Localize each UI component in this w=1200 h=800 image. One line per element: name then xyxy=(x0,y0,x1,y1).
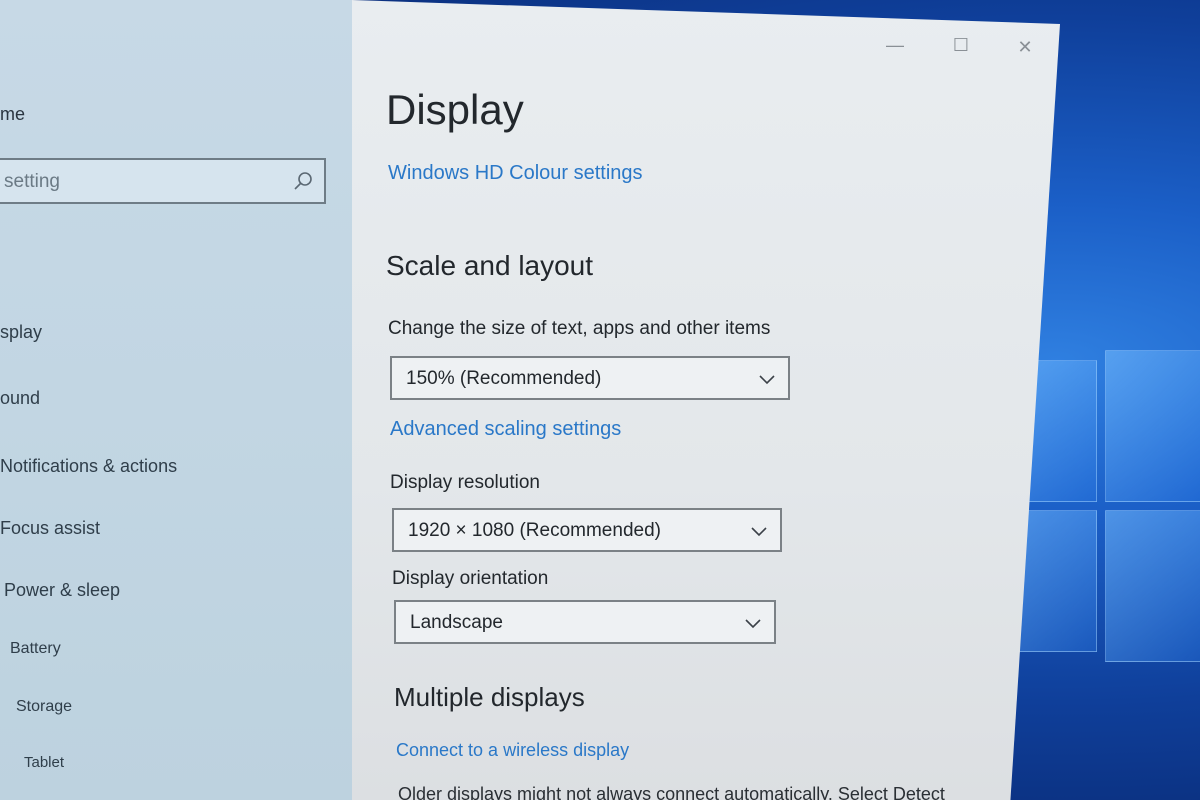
orientation-label: Display orientation xyxy=(392,568,549,589)
scale-dropdown[interactable]: 150% (Recommended) xyxy=(390,356,790,400)
resolution-label: Display resolution xyxy=(390,472,540,493)
orientation-dropdown-value: Landscape xyxy=(410,612,503,633)
resolution-dropdown-value: 1920 × 1080 (Recommended) xyxy=(408,520,661,541)
search-input[interactable]: setting xyxy=(4,171,60,193)
multiple-displays-heading: Multiple displays xyxy=(394,682,585,712)
sidebar-item-notifications[interactable]: Notifications & actions xyxy=(0,456,177,477)
sidebar-item-storage[interactable]: Storage xyxy=(16,698,72,716)
scale-dropdown-value: 150% (Recommended) xyxy=(406,368,602,389)
detect-note: Older displays might not always connect … xyxy=(398,784,945,800)
page-title: Display xyxy=(386,86,524,133)
search-box[interactable]: setting xyxy=(0,158,326,204)
sidebar-item-battery[interactable]: Battery xyxy=(10,640,61,658)
sidebar-home[interactable]: me xyxy=(0,104,25,125)
chevron-down-icon xyxy=(759,375,775,385)
search-icon[interactable] xyxy=(292,170,314,192)
chevron-down-icon xyxy=(751,527,767,537)
orientation-dropdown[interactable]: Landscape xyxy=(394,600,776,644)
sidebar-item-focus-assist[interactable]: Focus assist xyxy=(0,518,100,539)
chevron-down-icon xyxy=(745,619,761,629)
scale-layout-heading: Scale and layout xyxy=(386,250,594,281)
hd-colour-settings-link[interactable]: Windows HD Colour settings xyxy=(388,162,643,185)
maximize-button[interactable]: ☐ xyxy=(950,34,972,56)
size-label: Change the size of text, apps and other … xyxy=(388,318,771,339)
sidebar-item-sound[interactable]: ound xyxy=(0,388,40,409)
resolution-dropdown[interactable]: 1920 × 1080 (Recommended) xyxy=(392,508,782,552)
settings-sidebar: me setting splay ound Notifications & ac… xyxy=(0,0,352,800)
advanced-scaling-link[interactable]: Advanced scaling settings xyxy=(390,418,621,441)
wireless-display-link[interactable]: Connect to a wireless display xyxy=(396,740,629,761)
sidebar-item-display[interactable]: splay xyxy=(0,322,42,343)
sidebar-item-tablet[interactable]: Tablet xyxy=(24,754,64,771)
close-button[interactable]: ✕ xyxy=(1014,36,1036,58)
sidebar-item-power-sleep[interactable]: Power & sleep xyxy=(4,580,120,601)
minimize-button[interactable]: — xyxy=(884,34,906,56)
